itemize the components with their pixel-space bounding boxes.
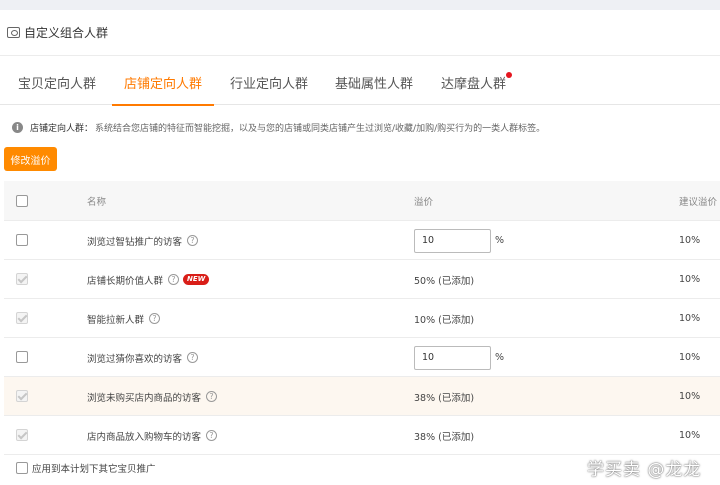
tab-label: 行业定向人群 — [230, 77, 309, 92]
help-icon[interactable]: ? — [168, 274, 180, 285]
row-name-cell: 店铺长期价值人群 ? NEW — [87, 260, 210, 299]
percent-unit: % — [495, 352, 505, 363]
row-checkbox[interactable] — [16, 234, 28, 246]
tab-item-targeting[interactable]: 宝贝定向人群 — [18, 57, 96, 105]
help-icon[interactable]: ? — [206, 391, 218, 402]
row-checkbox-disabled — [16, 312, 28, 324]
table-row: 店铺长期价值人群 ? NEW 50% (已添加) 10% — [4, 260, 720, 299]
table-row: 浏览过猜你喜欢的访客 ? % 10% — [4, 338, 720, 377]
column-header-suggested: 建议溢价 — [679, 197, 718, 208]
tab-shop-targeting[interactable]: 店铺定向人群 — [112, 57, 214, 106]
table-header: 名称 溢价 建议溢价 — [4, 181, 720, 221]
suggested-bid: 10% — [679, 391, 701, 402]
suggested-bid: 10% — [679, 430, 701, 441]
active-tab-underline — [112, 104, 214, 106]
audience-name: 智能拉新人群 — [87, 314, 145, 326]
help-icon[interactable]: ? — [187, 352, 199, 363]
audience-name: 浏览未购买店内商品的访客 — [87, 392, 202, 404]
bid-input[interactable] — [414, 345, 491, 370]
row-checkbox[interactable] — [16, 351, 28, 363]
audience-name: 店内商品放入购物车的访客 — [87, 431, 202, 443]
added-bid: 10% (已添加) — [414, 314, 475, 326]
modify-bid-button[interactable]: 修改溢价 — [4, 147, 57, 171]
row-name-cell: 浏览未购买店内商品的访客 ? — [87, 377, 218, 416]
apply-to-other-items[interactable]: 应用到本计划下其它宝贝推广 — [16, 460, 156, 476]
audience-name: 店铺长期价值人群 — [87, 275, 164, 287]
table-row: 浏览未购买店内商品的访客 ? 38% (已添加) 10% — [4, 377, 720, 416]
row-name-cell: 浏览过猜你喜欢的访客 ? — [87, 338, 199, 377]
audience-name: 浏览过猜你喜欢的访客 — [87, 353, 183, 365]
table-row: 浏览过智钻推广的访客 ? % 10% — [4, 221, 720, 260]
row-name-cell: 浏览过智钻推广的访客 ? — [87, 221, 199, 260]
help-icon[interactable]: ? — [149, 313, 161, 324]
notice-title: 店铺定向人群： — [30, 123, 94, 134]
panel-header: 自定义组合人群 — [0, 10, 720, 56]
percent-unit: % — [495, 235, 505, 246]
user-group-icon — [7, 27, 20, 38]
tab-dmp[interactable]: 达摩盘人群 — [441, 57, 512, 105]
select-all-checkbox[interactable] — [16, 195, 28, 207]
table-row: 智能拉新人群 ? 10% (已添加) 10% — [4, 299, 720, 338]
row-checkbox-disabled — [16, 390, 28, 402]
tab-label: 宝贝定向人群 — [18, 77, 97, 92]
watermark: 学买卖 @龙龙 — [587, 460, 702, 480]
help-icon[interactable]: ? — [206, 430, 218, 441]
tab-bar: 宝贝定向人群 店铺定向人群 行业定向人群 基础属性人群 达摩盘人群 — [0, 57, 720, 106]
notice-text: 系统结合您店铺的特征而智能挖掘，以及与您的店铺或同类店铺产生过浏览/收藏/加购/… — [95, 123, 546, 134]
suggested-bid: 10% — [679, 274, 701, 285]
row-name-cell: 智能拉新人群 ? — [87, 299, 161, 338]
tab-label: 达摩盘人群 — [441, 77, 507, 92]
suggested-bid: 10% — [679, 313, 701, 324]
apply-label: 应用到本计划下其它宝贝推广 — [32, 464, 156, 475]
info-icon: i — [12, 121, 23, 133]
row-checkbox-disabled — [16, 273, 28, 285]
bid-input[interactable] — [414, 228, 491, 253]
new-badge: NEW — [183, 274, 210, 285]
added-bid: 38% (已添加) — [414, 392, 475, 404]
column-header-bid: 溢价 — [414, 197, 434, 208]
notice-bar: i 店铺定向人群： 系统结合您店铺的特征而智能挖掘，以及与您的店铺或同类店铺产生… — [12, 118, 712, 136]
new-dot-indicator — [506, 72, 512, 78]
top-bar — [0, 0, 720, 10]
audience-table: 名称 溢价 建议溢价 浏览过智钻推广的访客 ? % 10% 店铺长期价值人群 ?… — [4, 181, 720, 455]
panel-title: 自定义组合人群 — [24, 26, 109, 40]
tab-label: 基础属性人群 — [335, 77, 414, 92]
column-header-name: 名称 — [87, 197, 107, 208]
added-bid: 50% (已添加) — [414, 275, 475, 287]
row-name-cell: 店内商品放入购物车的访客 ? — [87, 416, 218, 455]
suggested-bid: 10% — [679, 352, 701, 363]
apply-checkbox[interactable] — [16, 462, 28, 474]
row-bid-cell: % — [414, 338, 504, 377]
tab-label: 店铺定向人群 — [124, 77, 203, 92]
row-bid-cell: % — [414, 221, 504, 260]
row-checkbox-disabled — [16, 429, 28, 441]
added-bid: 38% (已添加) — [414, 431, 475, 443]
help-icon[interactable]: ? — [187, 235, 199, 246]
tab-basic-attributes[interactable]: 基础属性人群 — [335, 57, 413, 105]
tab-industry-targeting[interactable]: 行业定向人群 — [230, 57, 308, 105]
audience-name: 浏览过智钻推广的访客 — [87, 236, 183, 248]
suggested-bid: 10% — [679, 235, 701, 246]
table-row: 店内商品放入购物车的访客 ? 38% (已添加) 10% — [4, 416, 720, 455]
